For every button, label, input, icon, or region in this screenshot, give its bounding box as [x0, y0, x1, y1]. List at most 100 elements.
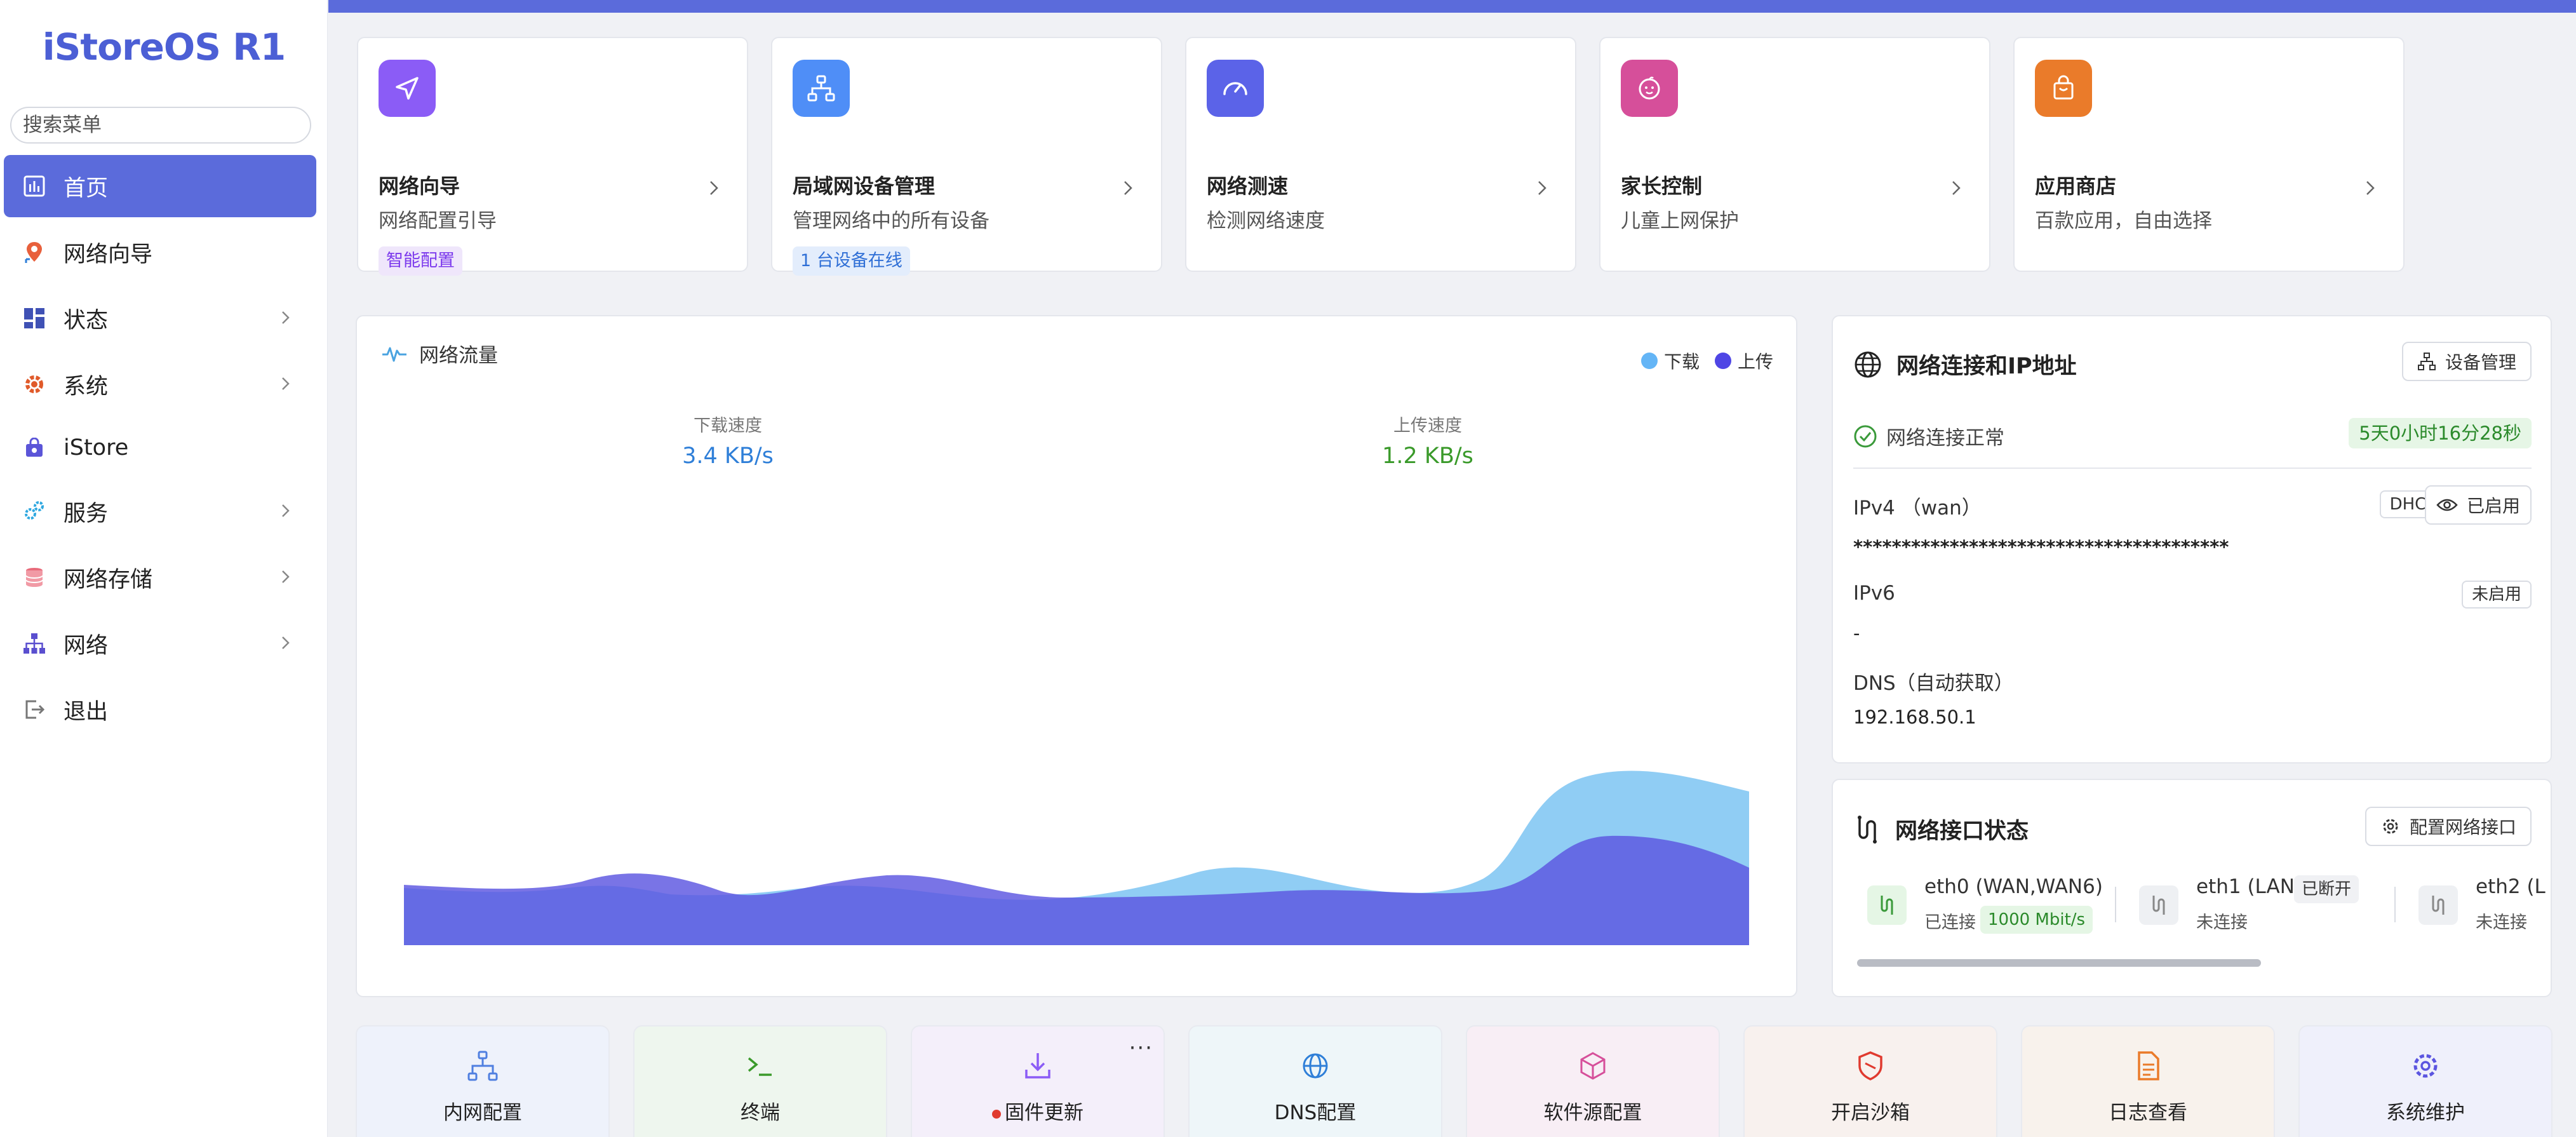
activity-pulse-icon [382, 347, 406, 361]
sidebar-item-label: 系统 [64, 373, 109, 400]
sidebar-item-network-wizard[interactable]: 网络向导 [4, 221, 316, 283]
globe-icon [1190, 1049, 1441, 1087]
speedometer-icon [1207, 60, 1264, 117]
device-management-button[interactable]: 设备管理 [2401, 342, 2532, 381]
child-face-icon [1621, 60, 1678, 117]
chevron-right-icon [710, 181, 718, 195]
database-icon [22, 565, 47, 590]
sidebar-item-network[interactable]: 网络 [4, 612, 316, 675]
button-label: 设备管理 [2445, 352, 2516, 373]
gear-icon [22, 372, 47, 397]
ipv6-address: - [1853, 622, 1860, 644]
sidebar-item-label: 服务 [64, 501, 109, 527]
horizontal-scrollbar[interactable] [1857, 959, 2261, 967]
disconnected-badge: 已断开 [2294, 875, 2359, 903]
sidebar-item-label: 网络存储 [64, 567, 153, 593]
shield-icon [1745, 1049, 1996, 1087]
status-badge: 智能配置 [379, 246, 462, 276]
tile-firmware-update[interactable]: ··· 固件更新 [911, 1025, 1165, 1137]
tile-lan-config[interactable]: 内网配置 [356, 1025, 610, 1137]
tile-sandbox[interactable]: 开启沙箱 [1743, 1025, 1997, 1137]
sidebar-item-storage[interactable]: 网络存储 [4, 546, 316, 609]
chevron-right-icon [1124, 181, 1132, 195]
chevron-right-icon [1952, 181, 1961, 195]
panel-title: 网络连接和IP地址 [1896, 354, 2077, 379]
sidebar-item-label: 网络向导 [64, 241, 153, 267]
logout-icon [22, 697, 47, 722]
top-accent-bar [328, 0, 2576, 13]
tile-label: DNS配置 [1274, 1101, 1357, 1124]
upload-speed-label: 上传速度 [1393, 416, 1462, 436]
chevron-right-icon [1538, 181, 1546, 195]
legend-label-upload: 上传 [1737, 351, 1773, 372]
quick-card-lan-devices[interactable]: 局域网设备管理 管理网络中的所有设备 1 台设备在线 [771, 37, 1162, 276]
panel-title: 网络流量 [419, 344, 498, 367]
sidebar-item-logout[interactable]: 退出 [4, 678, 316, 741]
ipv6-state-tag: 未启用 [2461, 581, 2532, 609]
divider [1853, 468, 2532, 469]
status-text: 网络连接正常 [1886, 427, 2004, 450]
interface-eth2[interactable]: eth2 (L 未连接 [2418, 875, 2551, 939]
store-bag-icon [22, 435, 47, 461]
ipv4-address: *************************************** [1853, 536, 2229, 558]
sidebar-item-label: 状态 [64, 307, 109, 333]
interface-status: 已连接 [1924, 913, 1976, 932]
card-subtitle: 网络配置引导 [379, 210, 497, 232]
tile-dns-config[interactable]: DNS配置 [1188, 1025, 1442, 1137]
ethernet-port-icon [1867, 885, 1907, 925]
interface-eth1[interactable]: eth1 (LAN) 未连接 已断开 [2139, 875, 2380, 939]
chevron-right-icon [282, 377, 290, 390]
sidebar-item-home[interactable]: 首页 [4, 155, 316, 217]
tile-terminal[interactable]: 终端 [633, 1025, 887, 1137]
interface-status: 未连接 [2196, 913, 2248, 932]
sidebar-item-status[interactable]: 状态 [4, 287, 316, 349]
upload-speed-value: 1.2 KB/s [1382, 443, 1473, 469]
ethernet-port-icon [1858, 815, 1877, 844]
quick-card-speed-test[interactable]: 网络测速 检测网络速度 [1185, 37, 1576, 272]
button-label: 配置网络接口 [2409, 817, 2516, 838]
sidebar-item-label: 首页 [64, 175, 109, 201]
interface-name: eth2 (L [2476, 875, 2546, 898]
divider [2115, 887, 2116, 922]
chevron-right-icon [282, 504, 290, 517]
sidebar-item-system[interactable]: 系统 [4, 353, 316, 415]
link-speed-badge: 1000 Mbit/s [1980, 906, 2093, 934]
package-icon [1467, 1049, 1719, 1087]
chevron-right-icon [282, 570, 290, 583]
download-speed-label: 下载速度 [694, 416, 762, 436]
quick-card-parental-control[interactable]: 家长控制 儿童上网保护 [1599, 37, 1990, 272]
check-circle-icon [1854, 425, 1877, 447]
bar-chart-icon [22, 173, 47, 199]
tile-system-maintenance[interactable]: 系统维护 [2298, 1025, 2553, 1137]
quick-card-app-store[interactable]: 应用商店 百款应用，自由选择 [2013, 37, 2405, 272]
globe-icon [1855, 351, 1881, 377]
interface-eth0[interactable]: eth0 (WAN,WAN6) 已连接 1000 Mbit/s [1867, 875, 2121, 939]
toggle-label: 已启用 [2466, 495, 2520, 516]
quick-card-network-wizard[interactable]: 网络向导 网络配置引导 智能配置 [357, 37, 748, 276]
tile-software-source[interactable]: 软件源配置 [1466, 1025, 1720, 1137]
configure-interface-button[interactable]: 配置网络接口 [2365, 807, 2532, 846]
menu-search-input[interactable] [10, 107, 311, 144]
chevron-right-icon [282, 636, 290, 649]
sidebar-item-label: 网络 [64, 633, 109, 659]
card-subtitle: 儿童上网保护 [1621, 210, 1739, 232]
tile-log-viewer[interactable]: 日志查看 [2021, 1025, 2275, 1137]
card-title: 应用商店 [2035, 174, 2117, 198]
sitemap-icon [22, 631, 47, 656]
ipv4-visibility-toggle[interactable]: 已启用 [2424, 485, 2532, 525]
ipv4-label: IPv4 （wan） [1853, 497, 1982, 520]
legend-swatch-download [1640, 353, 1658, 369]
sidebar-item-istore[interactable]: iStore [4, 417, 316, 479]
sidebar-item-services[interactable]: 服务 [4, 480, 316, 542]
download-icon [912, 1049, 1164, 1087]
document-icon [2022, 1049, 2274, 1087]
card-title: 网络向导 [379, 174, 460, 198]
device-count-badge: 1 台设备在线 [793, 246, 910, 276]
card-subtitle: 管理网络中的所有设备 [793, 210, 989, 232]
dashboard-icon [22, 306, 47, 331]
map-pin-icon [22, 239, 47, 265]
gear-icon [2383, 819, 2398, 834]
ethernet-port-icon [2139, 885, 2178, 925]
interface-name: eth0 (WAN,WAN6) [1924, 875, 2103, 898]
interface-name: eth1 (LAN) [2196, 875, 2303, 898]
